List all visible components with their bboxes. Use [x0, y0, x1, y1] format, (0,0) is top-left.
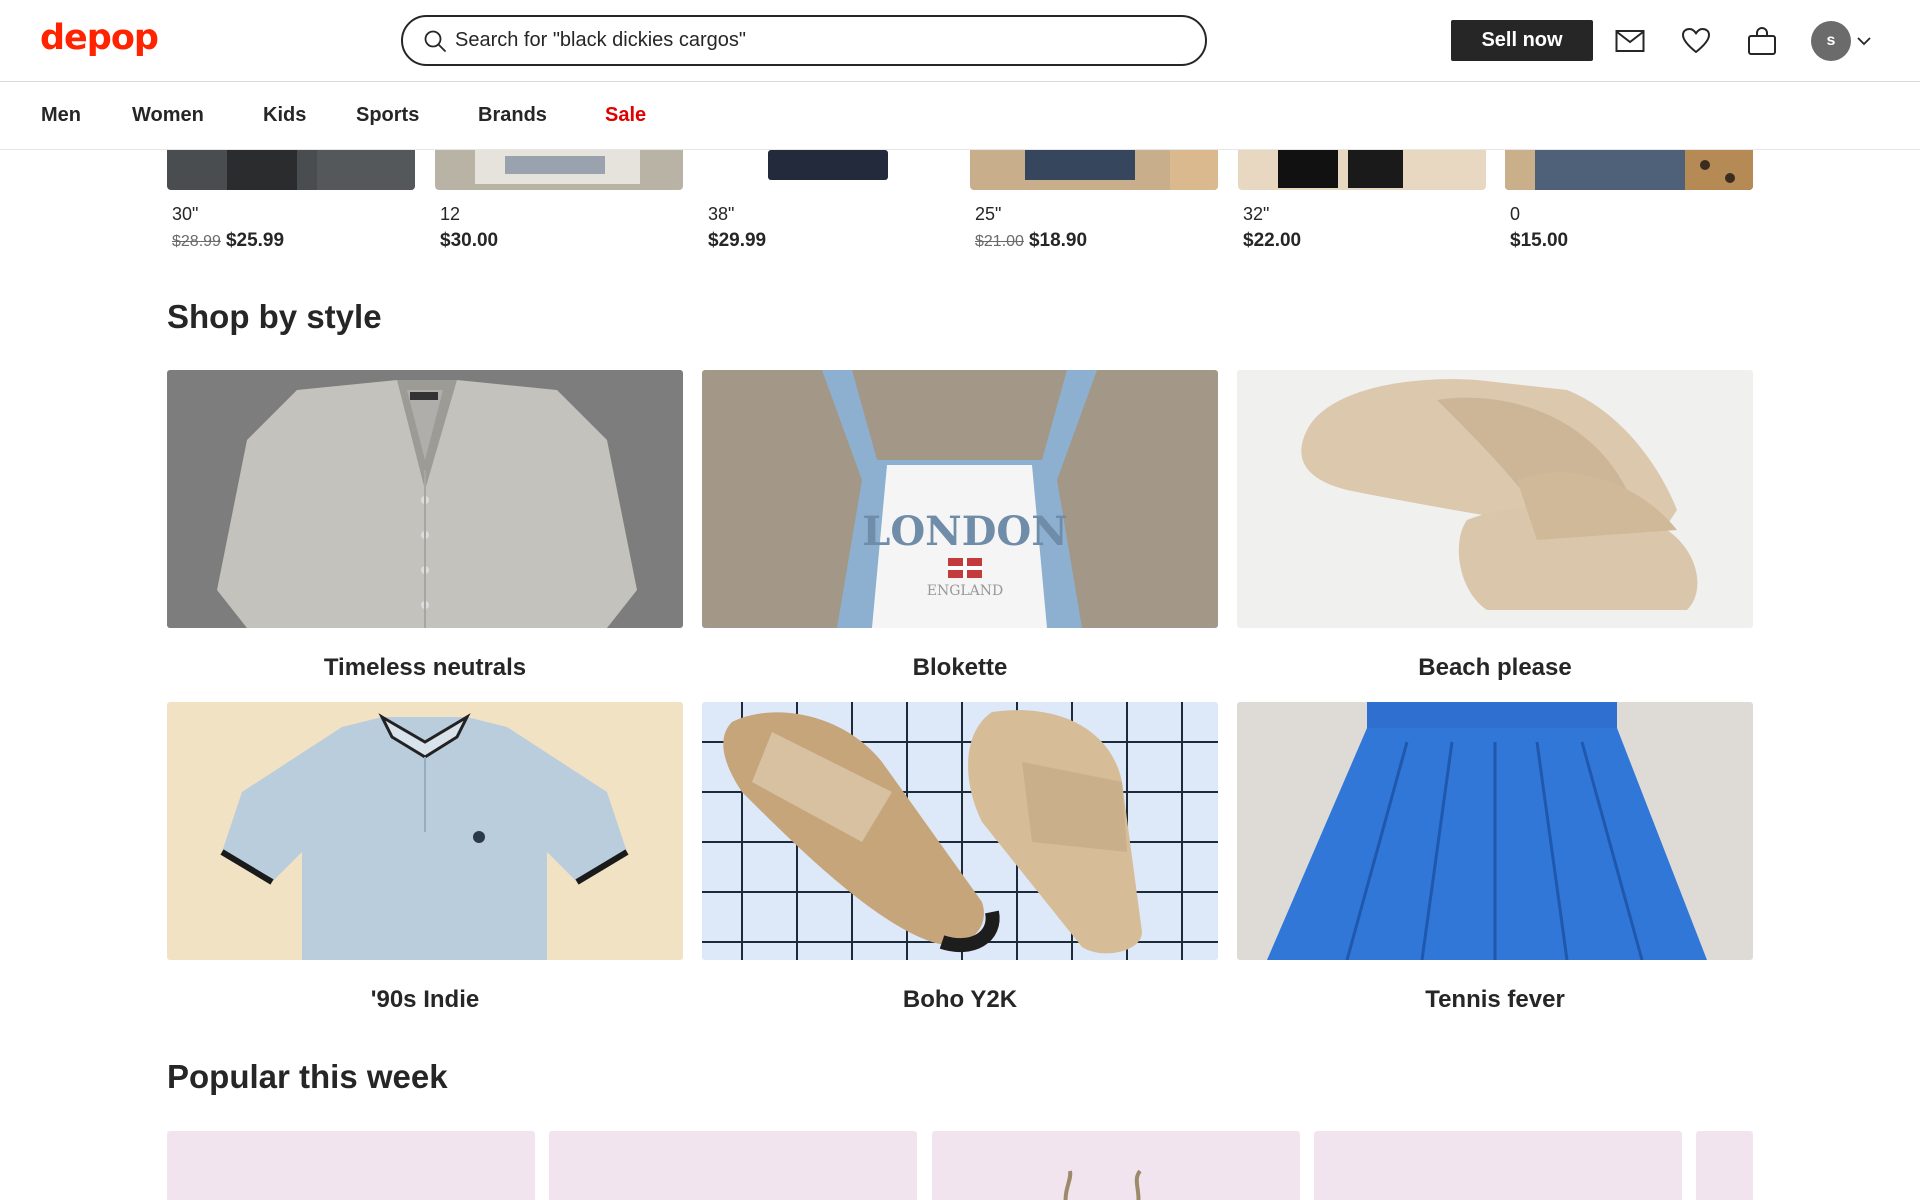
product-size: 30": [172, 204, 199, 224]
top-header: depop Sell now s: [0, 0, 1920, 82]
product-size: 32": [1243, 204, 1270, 224]
style-caption[interactable]: Tennis fever: [1237, 986, 1753, 1014]
product-image[interactable]: [435, 150, 683, 190]
nav-men[interactable]: Men: [41, 104, 81, 127]
depop-logo[interactable]: depop: [40, 18, 159, 58]
popular-card[interactable]: [549, 1131, 917, 1200]
shop-by-style-heading: Shop by style: [167, 298, 382, 335]
category-nav: Men Women Kids Sports Brands Sale: [0, 82, 1920, 150]
popular-heading: Popular this week: [167, 1058, 448, 1095]
style-caption[interactable]: Beach please: [1237, 654, 1753, 682]
product-size: 12: [440, 204, 461, 224]
chevron-down-icon[interactable]: [1856, 34, 1872, 48]
popular-card[interactable]: [932, 1131, 1300, 1200]
product-image[interactable]: [703, 150, 951, 190]
product-size: 0: [1510, 204, 1521, 224]
style-tile-blokette[interactable]: LONDON ENGLAND Blokette: [702, 370, 1218, 681]
style-caption[interactable]: '90s Indie: [167, 986, 683, 1014]
product-image[interactable]: [1505, 150, 1753, 190]
nav-brands[interactable]: Brands: [478, 104, 547, 127]
shopping-bag-icon: [1748, 27, 1776, 55]
product-image[interactable]: [1238, 150, 1486, 190]
product-price: $22.00: [1243, 230, 1302, 251]
style-tile-timeless-neutrals[interactable]: Timeless neutrals: [167, 370, 683, 681]
style-tile-beach-please[interactable]: Beach please: [1237, 370, 1753, 681]
heart-icon: [1682, 28, 1710, 53]
account-avatar[interactable]: s: [1811, 21, 1851, 61]
nav-sale[interactable]: Sale: [605, 104, 646, 127]
product-original-price: $28.99: [172, 233, 221, 250]
search-input[interactable]: [455, 29, 1155, 52]
style-image[interactable]: [1237, 702, 1753, 960]
style-tile-tennis-fever[interactable]: Tennis fever: [1237, 702, 1753, 1013]
style-image[interactable]: [167, 702, 683, 960]
likes-button[interactable]: [1679, 24, 1713, 58]
product-image[interactable]: [167, 150, 415, 190]
envelope-icon: [1615, 30, 1645, 52]
sell-now-button[interactable]: Sell now: [1451, 20, 1593, 61]
product-price: $18.90: [1028, 230, 1088, 251]
popular-card[interactable]: [167, 1131, 535, 1200]
product-price: $29.99: [708, 230, 767, 251]
search-icon: [424, 30, 446, 52]
style-image[interactable]: [1237, 370, 1753, 628]
style-image[interactable]: [167, 370, 683, 628]
popular-card[interactable]: [1314, 1131, 1682, 1200]
style-tile-90s-indie[interactable]: '90s Indie: [167, 702, 683, 1013]
style-image[interactable]: LONDON ENGLAND: [702, 370, 1218, 628]
bag-button[interactable]: [1745, 24, 1779, 58]
style-caption[interactable]: Timeless neutrals: [167, 654, 683, 682]
nav-women[interactable]: Women: [132, 104, 204, 127]
product-image[interactable]: [970, 150, 1218, 190]
product-price: $15.00: [1510, 230, 1569, 251]
nav-sports[interactable]: Sports: [356, 104, 419, 127]
print-text: LONDON: [862, 508, 1068, 555]
search-bar[interactable]: [401, 15, 1207, 66]
popular-card[interactable]: [1696, 1131, 1753, 1200]
product-size: 25": [975, 204, 1002, 224]
product-price: $25.99: [225, 230, 285, 251]
product-price: $30.00: [440, 230, 499, 251]
messages-button[interactable]: [1613, 24, 1647, 58]
style-tile-boho-y2k[interactable]: Boho Y2K: [702, 702, 1218, 1013]
nav-kids[interactable]: Kids: [263, 104, 306, 127]
style-caption[interactable]: Boho Y2K: [702, 986, 1218, 1014]
product-size: 38": [708, 204, 735, 224]
product-original-price: $21.00: [975, 233, 1024, 250]
style-image[interactable]: [702, 702, 1218, 960]
style-caption[interactable]: Blokette: [702, 654, 1218, 682]
print-subtext: ENGLAND: [927, 583, 1004, 599]
